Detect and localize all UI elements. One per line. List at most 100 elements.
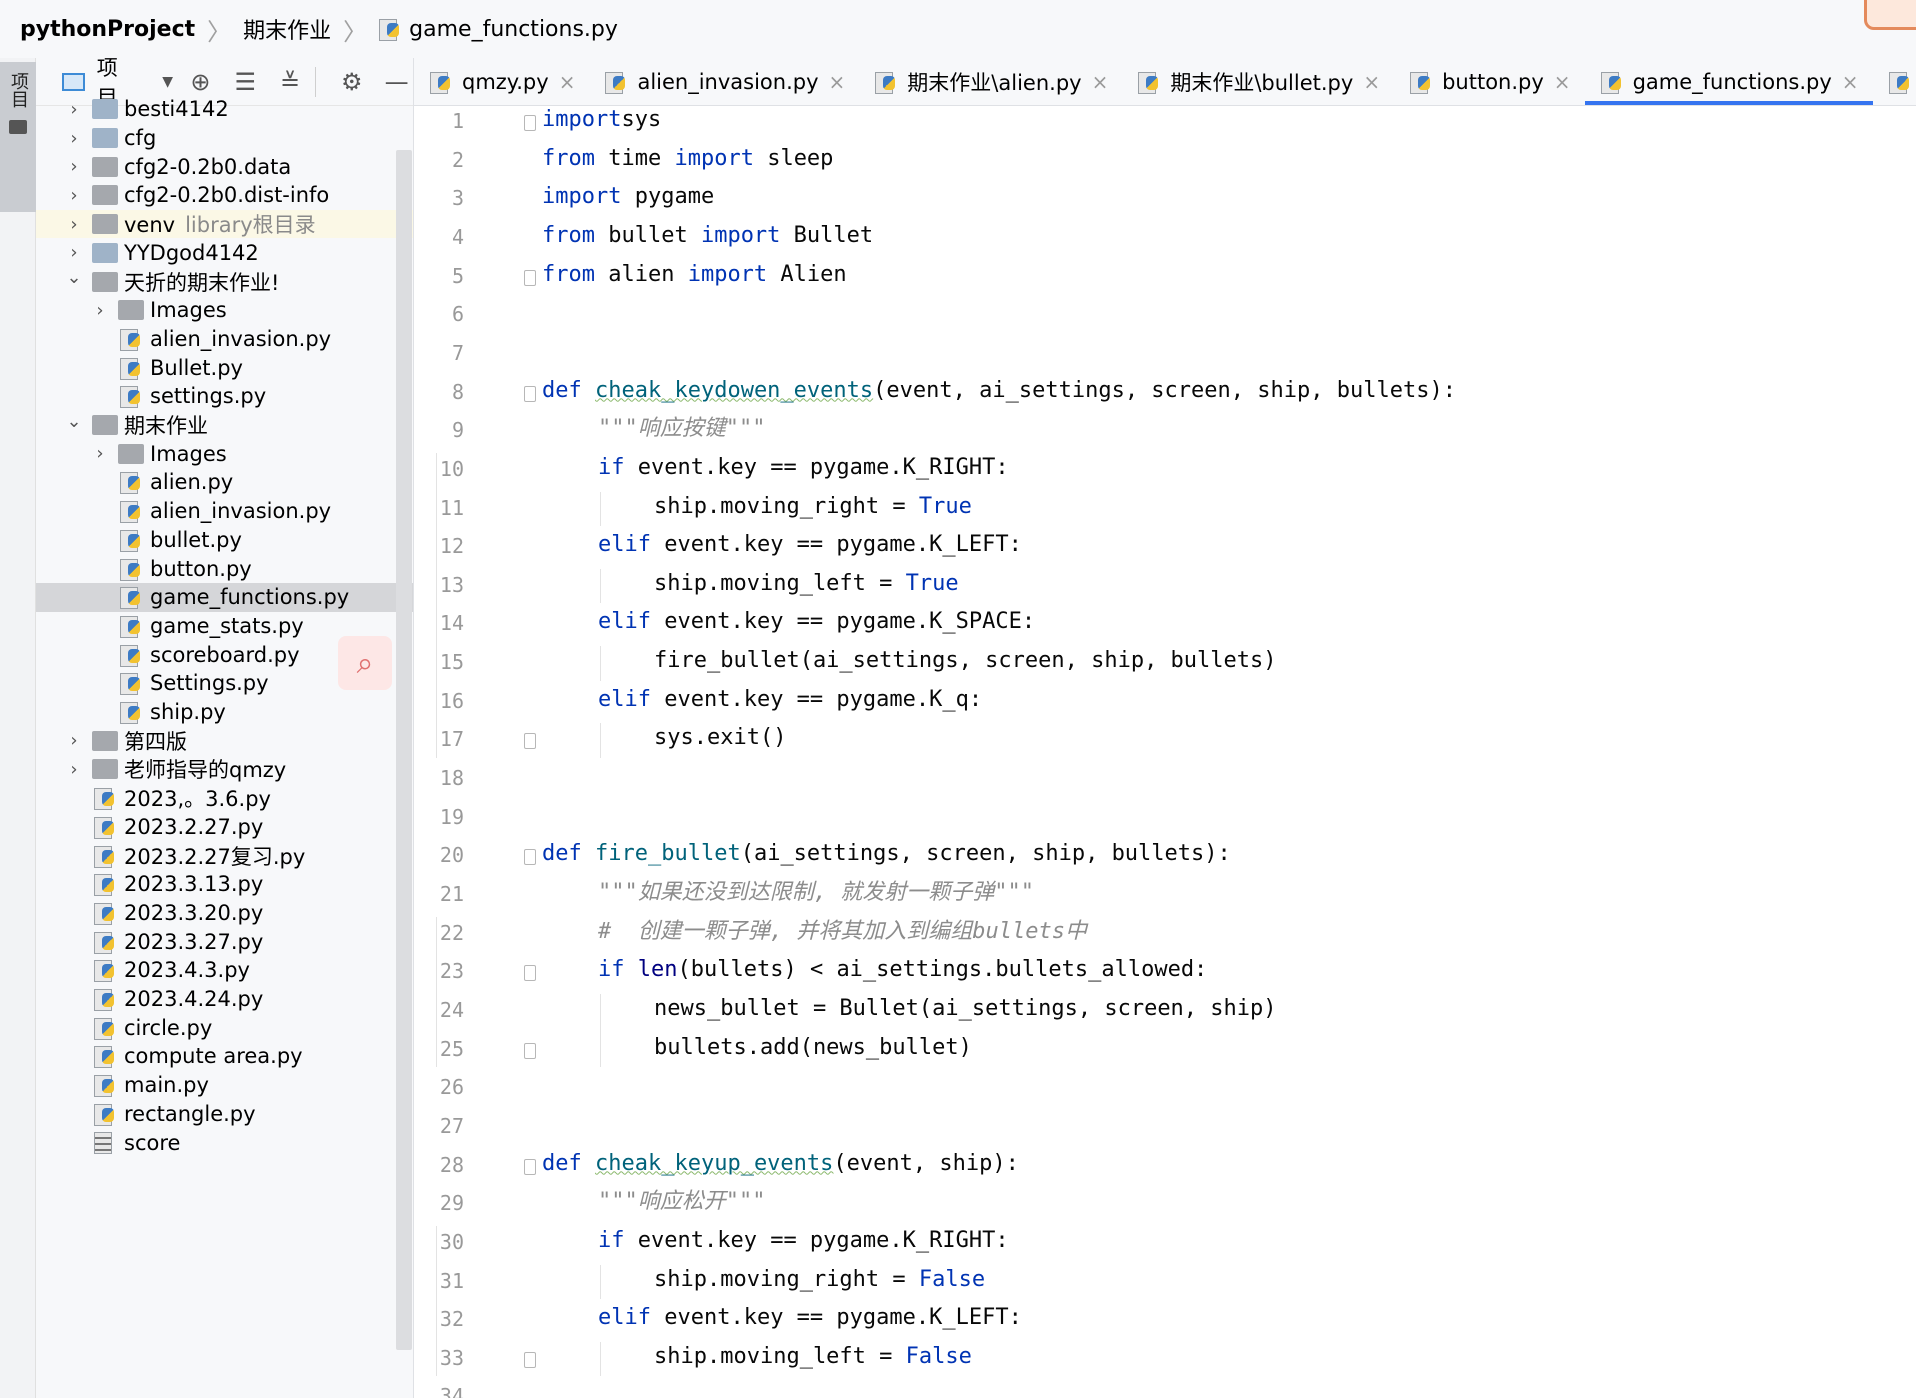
code-line[interactable]: """如果还没到达限制, 就发射一颗子弹""": [598, 874, 1034, 912]
breadcrumb-folder[interactable]: 期末作业: [243, 13, 331, 45]
chevron-down-icon[interactable]: ⌄: [64, 267, 84, 288]
tree-file-item[interactable]: 2023.2.27复习.py: [36, 841, 413, 870]
fold-marker-icon[interactable]: [524, 115, 536, 131]
code-line[interactable]: bullets.add(news_bullet): [654, 1029, 972, 1067]
code-line[interactable]: news_bullet = Bullet(ai_settings, screen…: [654, 990, 1277, 1028]
code-line[interactable]: # 创建一颗子弹, 并将其加入到编组bullets中: [598, 913, 1087, 951]
tree-file-item[interactable]: 2023.4.24.py: [36, 985, 413, 1014]
tree-file-item[interactable]: 2023,。3.6.py: [36, 784, 413, 813]
code-line[interactable]: def cheak_keydowen_events(event, ai_sett…: [542, 372, 1456, 410]
tree-file-item[interactable]: 2023.3.27.py: [36, 927, 413, 956]
code-line[interactable]: ship.moving_right = True: [654, 488, 972, 526]
project-tool-button[interactable]: 项目: [0, 62, 36, 212]
tree-folder-item[interactable]: › cfg: [36, 124, 413, 153]
tree-folder-item[interactable]: › Images: [36, 439, 413, 468]
tree-folder-item[interactable]: › besti4142: [36, 95, 413, 124]
fold-marker-icon[interactable]: [524, 965, 536, 982]
tree-file-item[interactable]: settings.py: [36, 382, 413, 411]
code-line[interactable]: if len(bullets) < ai_settings.bullets_al…: [598, 951, 1207, 989]
tree-folder-item[interactable]: ⌄ 期末作业: [36, 411, 413, 440]
chevron-right-icon[interactable]: ›: [64, 730, 84, 751]
close-icon[interactable]: ×: [1842, 70, 1859, 94]
tree-file-item[interactable]: game_functions.py: [36, 582, 413, 612]
chevron-down-icon[interactable]: ⌄: [64, 411, 84, 432]
tree-file-item[interactable]: alien_invasion.py: [36, 325, 413, 354]
tree-folder-item[interactable]: › cfg2-0.2b0.data: [36, 152, 413, 181]
chevron-right-icon[interactable]: ›: [64, 185, 84, 206]
fold-marker-icon[interactable]: [524, 1158, 536, 1175]
tree-file-item[interactable]: ship.py: [36, 698, 413, 727]
editor-tab[interactable]: game_functions.py ×: [1584, 58, 1873, 105]
close-icon[interactable]: ×: [1554, 70, 1571, 94]
tree-folder-item[interactable]: › cfg2-0.2b0.dist-info: [36, 181, 413, 210]
fold-marker-icon[interactable]: [524, 1351, 536, 1368]
code-editor[interactable]: 1 2 3 4 5 6 7 8 9 10 11 12 13 14 15 16 17 18 19 20 21 22 23 24 2…: [414, 106, 1916, 1398]
tree-file-item[interactable]: 2023.3.13.py: [36, 870, 413, 899]
tree-folder-item[interactable]: ⌄ 天折的期末作业!: [36, 267, 413, 296]
close-icon[interactable]: ×: [559, 70, 576, 94]
chevron-right-icon[interactable]: ›: [64, 759, 84, 780]
notification-widget[interactable]: [1864, 0, 1916, 30]
fold-marker-icon[interactable]: [524, 1042, 536, 1059]
tree-file-item[interactable]: 2023.4.3.py: [36, 956, 413, 985]
tree-file-item[interactable]: alien_invasion.py: [36, 497, 413, 526]
close-icon[interactable]: ×: [829, 70, 846, 94]
tree-file-item[interactable]: bullet.py: [36, 526, 413, 555]
tree-file-item[interactable]: alien.py: [36, 468, 413, 497]
tree-file-item[interactable]: Bullet.py: [36, 353, 413, 382]
code-line[interactable]: def cheak_keyup_events(event, ship):: [542, 1145, 1019, 1183]
code-line[interactable]: ship.moving_right = False: [654, 1261, 985, 1299]
code-line[interactable]: if event.key == pygame.K_RIGHT:: [598, 1222, 1009, 1260]
chevron-right-icon[interactable]: ›: [90, 300, 110, 321]
editor-tab[interactable]: button.py ×: [1394, 58, 1584, 105]
fold-marker-icon[interactable]: [524, 849, 536, 866]
tree-folder-item[interactable]: › venv library根目录: [36, 209, 413, 239]
close-icon[interactable]: ×: [1092, 70, 1109, 94]
tree-folder-item[interactable]: › 老师指导的qmzy: [36, 755, 413, 784]
tree-file-item[interactable]: main.py: [36, 1071, 413, 1100]
code-line[interactable]: def fire_bullet(ai_settings, screen, shi…: [542, 835, 1231, 873]
chevron-right-icon[interactable]: ›: [64, 242, 84, 263]
tree-file-item[interactable]: 2023.2.27.py: [36, 813, 413, 842]
code-line[interactable]: ship.moving_left = False: [654, 1338, 972, 1376]
editor-tab[interactable]: alien_invasion.py ×: [589, 58, 859, 105]
chevron-right-icon[interactable]: ›: [64, 156, 84, 177]
editor-tab[interactable]: qmzy.py ×: [414, 58, 589, 105]
chevron-right-icon[interactable]: ›: [64, 99, 84, 120]
tree-file-item[interactable]: 2023.3.20.py: [36, 899, 413, 928]
code-line[interactable]: import pygame: [542, 178, 714, 216]
tree-file-item[interactable]: score: [36, 1128, 413, 1157]
chevron-right-icon[interactable]: ›: [64, 214, 84, 235]
tree-folder-item[interactable]: › 第四版: [36, 726, 413, 755]
code-line[interactable]: ship.moving_left = True: [654, 565, 959, 603]
fold-marker-icon[interactable]: [524, 385, 536, 402]
code-line[interactable]: elif event.key == pygame.K_LEFT:: [598, 526, 1022, 564]
code-line[interactable]: sys.exit(): [654, 719, 786, 757]
code-line[interactable]: from alien import Alien: [542, 256, 847, 294]
editor-tab[interactable]: 期末作业\alien.py ×: [859, 58, 1122, 105]
code-line[interactable]: importsys: [542, 101, 661, 139]
code-line[interactable]: fire_bullet(ai_settings, screen, ship, b…: [654, 642, 1277, 680]
code-line[interactable]: """响应按键""": [598, 410, 765, 448]
tree-folder-item[interactable]: › Images: [36, 296, 413, 325]
editor-tab[interactable]: 第四: [1873, 58, 1916, 105]
search-icon[interactable]: ⌕: [338, 636, 392, 690]
code-line[interactable]: elif event.key == pygame.K_SPACE:: [598, 603, 1035, 641]
code-line[interactable]: if event.key == pygame.K_RIGHT:: [598, 449, 1009, 487]
code-line[interactable]: elif event.key == pygame.K_q:: [598, 681, 982, 719]
code-line[interactable]: from time import sleep: [542, 140, 833, 178]
chevron-right-icon[interactable]: ›: [90, 443, 110, 464]
tree-file-item[interactable]: rectangle.py: [36, 1100, 413, 1129]
code-line[interactable]: """响应松开""": [598, 1183, 765, 1221]
breadcrumb-project[interactable]: pythonProject: [20, 17, 195, 42]
fold-marker-icon[interactable]: [524, 733, 536, 750]
tree-scrollbar[interactable]: [396, 150, 412, 1350]
chevron-right-icon[interactable]: ›: [64, 128, 84, 149]
code-line[interactable]: elif event.key == pygame.K_LEFT:: [598, 1299, 1022, 1337]
tree-file-item[interactable]: circle.py: [36, 1013, 413, 1042]
close-icon[interactable]: ×: [1363, 70, 1380, 94]
breadcrumb-file[interactable]: game_functions.py: [379, 17, 618, 42]
fold-marker-icon[interactable]: [524, 269, 536, 286]
code-line[interactable]: from bullet import Bullet: [542, 217, 873, 255]
tree-file-item[interactable]: compute area.py: [36, 1042, 413, 1071]
